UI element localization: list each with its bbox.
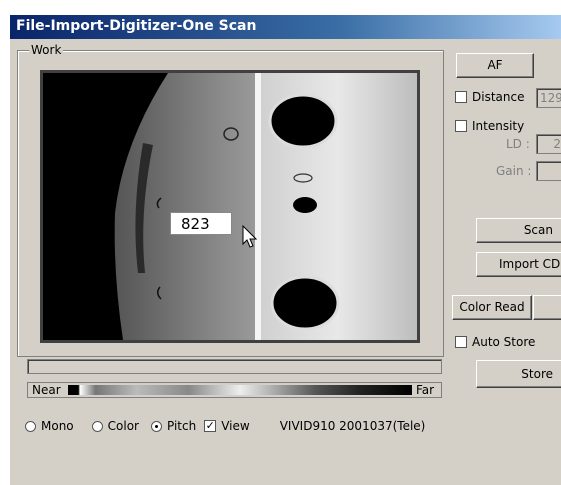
scan-preview[interactable]: 823 [40, 70, 420, 343]
color-read-options-button[interactable] [533, 295, 561, 320]
display-mode-row: Mono Color Pitch ✓ View VIVID910 2001037… [25, 419, 425, 433]
radio-pitch-label: Pitch [167, 419, 197, 433]
intensity-label: Intensity [472, 119, 525, 133]
auto-store-checkbox[interactable] [455, 336, 467, 348]
gain-label: Gain : [496, 164, 532, 178]
color-read-button[interactable]: Color Read [452, 295, 532, 320]
progress-bar [27, 359, 442, 374]
depth-gradient-bar [68, 385, 412, 395]
depth-scale: Near Far [27, 382, 442, 398]
store-button[interactable]: Store [476, 360, 561, 388]
af-button[interactable]: AF [456, 53, 534, 78]
radio-mono-label: Mono [41, 419, 74, 433]
radio-pitch[interactable] [151, 420, 162, 432]
title-bar: File-Import-Digitizer-One Scan [10, 15, 561, 39]
radio-mono[interactable] [25, 420, 36, 432]
depth-value-readout: 823 [170, 212, 232, 235]
intensity-checkbox[interactable] [455, 120, 467, 132]
far-label: Far [416, 383, 435, 397]
auto-store-row: Auto Store [455, 335, 535, 349]
mouse-pointer-icon [242, 225, 258, 248]
scan-image [114, 73, 417, 340]
device-info: VIVID910 2001037(Tele) [279, 419, 426, 433]
intensity-row: Intensity [455, 119, 524, 133]
view-checkbox[interactable]: ✓ [204, 420, 217, 432]
near-label: Near [32, 383, 61, 397]
radio-color[interactable] [91, 420, 103, 432]
auto-store-label: Auto Store [472, 335, 536, 349]
scan-button[interactable]: Scan [476, 218, 561, 243]
radio-color-label: Color [107, 419, 139, 433]
ld-label: LD : [506, 137, 530, 151]
view-checkbox-label: View [221, 419, 250, 433]
window-title: File-Import-Digitizer-One Scan [16, 18, 257, 34]
distance-checkbox[interactable] [455, 91, 467, 103]
work-group-label: Work [29, 43, 64, 57]
distance-row: Distance [455, 90, 524, 104]
ld-field[interactable]: 2 [536, 134, 561, 154]
distance-label: Distance [472, 90, 525, 104]
import-dialog: File-Import-Digitizer-One Scan Work 823 … [10, 15, 561, 485]
gain-field[interactable] [536, 161, 561, 181]
import-cdi-button[interactable]: Import CDI [476, 252, 561, 277]
distance-field[interactable]: 129 [536, 88, 561, 108]
